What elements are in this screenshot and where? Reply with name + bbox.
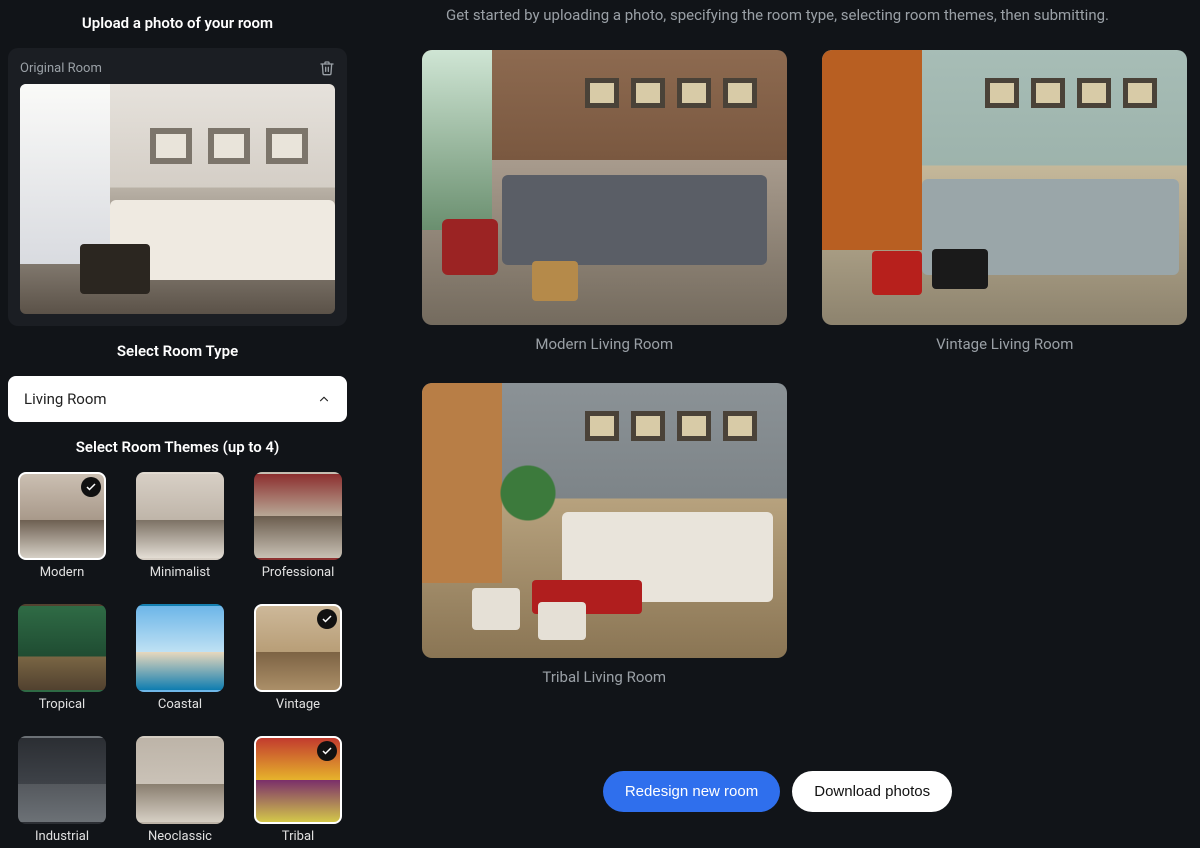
theme-option-coastal[interactable]: Coastal (136, 604, 224, 712)
room-type-title: Select Room Type (8, 342, 347, 360)
check-icon (317, 609, 337, 629)
theme-thumbnail[interactable] (18, 472, 106, 560)
trash-icon[interactable] (319, 60, 335, 76)
check-icon (81, 477, 101, 497)
result-item: Tribal Living Room (421, 383, 788, 686)
theme-thumbnail[interactable] (254, 736, 342, 824)
theme-option-professional[interactable]: Professional (254, 472, 342, 580)
theme-grid: Modern Minimalist Professional Tropical Coas… (8, 472, 347, 844)
theme-option-vintage[interactable]: Vintage (254, 604, 342, 712)
instruction-text: Get started by uploading a photo, specif… (359, 6, 1196, 24)
result-caption: Tribal Living Room (542, 668, 666, 686)
theme-thumbnail[interactable] (254, 472, 342, 560)
chevron-up-icon (317, 392, 331, 406)
theme-option-tropical[interactable]: Tropical (18, 604, 106, 712)
theme-label: Professional (262, 565, 335, 580)
result-item: Vintage Living Room (822, 50, 1189, 353)
theme-thumbnail[interactable] (136, 736, 224, 824)
theme-thumbnail[interactable] (18, 604, 106, 692)
theme-thumbnail[interactable] (18, 736, 106, 824)
upload-title: Upload a photo of your room (8, 14, 347, 32)
theme-label: Neoclassic (148, 829, 212, 844)
theme-option-tribal[interactable]: Tribal (254, 736, 342, 844)
result-image[interactable] (422, 383, 787, 658)
theme-option-neoclassic[interactable]: Neoclassic (136, 736, 224, 844)
theme-label: Tribal (282, 829, 314, 844)
theme-option-minimalist[interactable]: Minimalist (136, 472, 224, 580)
theme-label: Modern (40, 565, 85, 580)
result-image[interactable] (422, 50, 787, 325)
action-bar: Redesign new room Download photos (355, 771, 1200, 812)
main-panel: Get started by uploading a photo, specif… (355, 0, 1200, 848)
theme-thumbnail[interactable] (136, 472, 224, 560)
result-caption: Vintage Living Room (936, 335, 1073, 353)
check-icon (317, 741, 337, 761)
theme-thumbnail[interactable] (136, 604, 224, 692)
room-type-select[interactable]: Living Room (8, 376, 347, 422)
themes-title: Select Room Themes (up to 4) (8, 438, 347, 456)
original-room-label: Original Room (20, 61, 102, 76)
results-grid: Modern Living Room Vintage Living Room Tri… (359, 50, 1196, 686)
upload-card: Original Room (8, 48, 347, 326)
theme-label: Minimalist (150, 565, 211, 580)
theme-thumbnail[interactable] (254, 604, 342, 692)
theme-option-industrial[interactable]: Industrial (18, 736, 106, 844)
download-button[interactable]: Download photos (792, 771, 952, 812)
theme-option-modern[interactable]: Modern (18, 472, 106, 580)
result-caption: Modern Living Room (535, 335, 673, 353)
room-type-value: Living Room (24, 390, 107, 408)
theme-label: Coastal (158, 697, 202, 712)
result-image[interactable] (822, 50, 1187, 325)
theme-label: Vintage (276, 697, 320, 712)
theme-label: Tropical (39, 697, 85, 712)
uploaded-room-image[interactable] (20, 84, 335, 314)
result-item: Modern Living Room (421, 50, 788, 353)
theme-label: Industrial (35, 829, 89, 844)
redesign-button[interactable]: Redesign new room (603, 771, 780, 812)
sidebar: Upload a photo of your room Original Roo… (0, 0, 355, 848)
